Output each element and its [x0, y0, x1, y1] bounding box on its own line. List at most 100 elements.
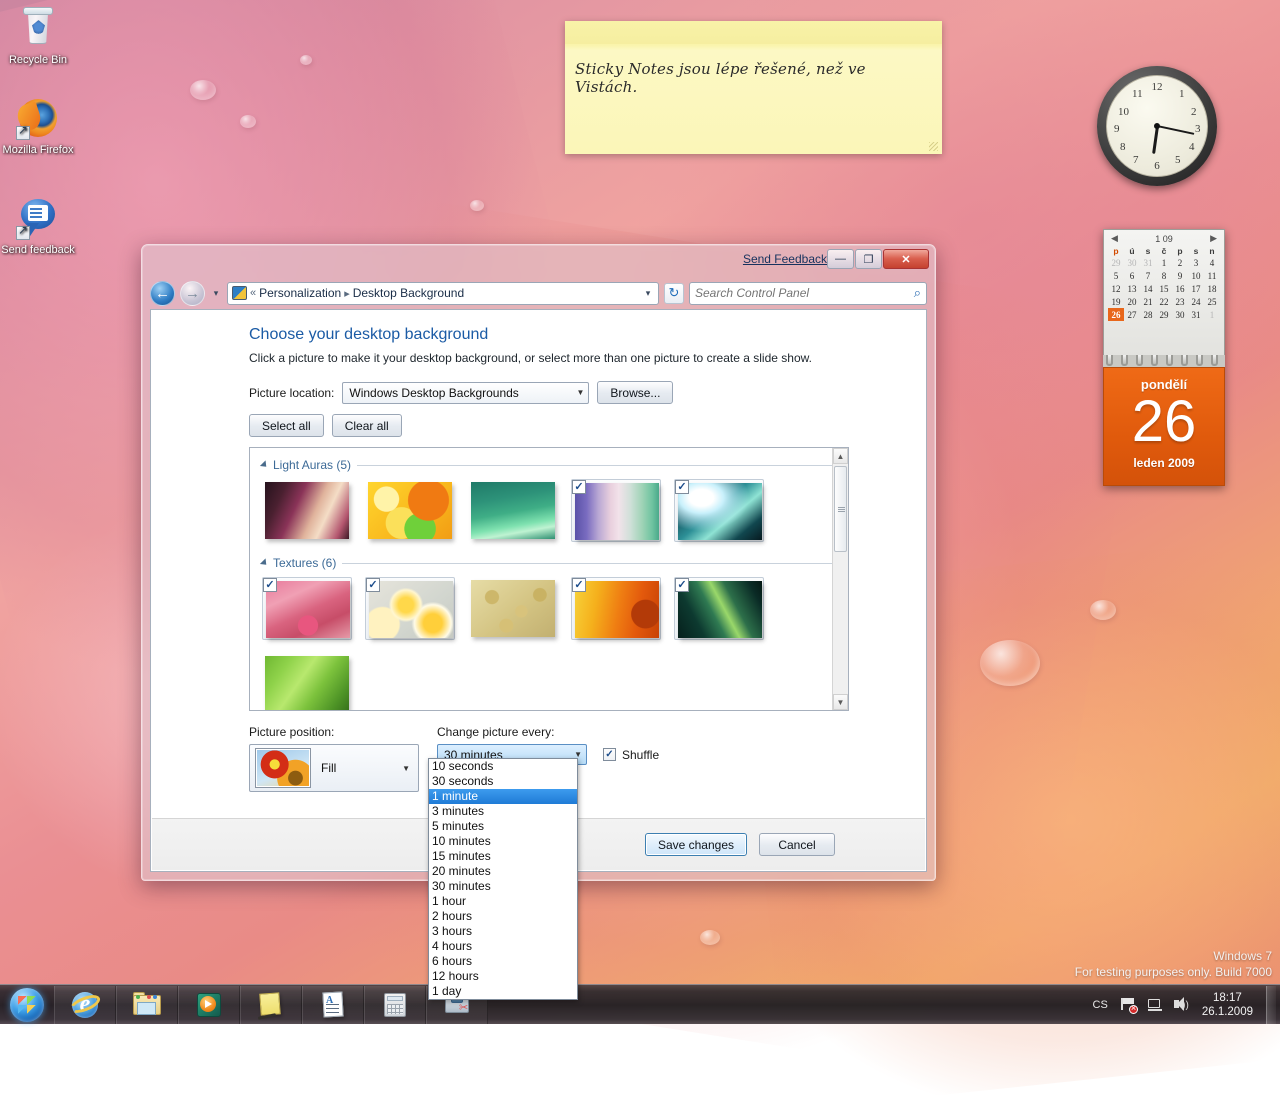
dropdown-option[interactable]: 3 minutes: [429, 804, 577, 819]
thumbnail-checkbox[interactable]: ✓: [675, 480, 689, 494]
calendar-day-cell[interactable]: 4: [1204, 257, 1220, 270]
calendar-day-cell[interactable]: 5: [1108, 270, 1124, 283]
language-indicator[interactable]: CS: [1090, 999, 1111, 1011]
calendar-day-cell[interactable]: 31: [1140, 257, 1156, 270]
gallery-scrollbar[interactable]: ▲ ▼: [832, 448, 848, 710]
calendar-day-view[interactable]: pondělí 26 leden 2009: [1103, 367, 1225, 486]
dropdown-option[interactable]: 1 minute: [429, 789, 577, 804]
taskbar-item-internet-explorer[interactable]: [54, 986, 116, 1024]
dropdown-option[interactable]: 30 minutes: [429, 879, 577, 894]
calendar-day-cell[interactable]: 30: [1124, 257, 1140, 270]
start-button[interactable]: [0, 986, 54, 1024]
close-button[interactable]: ✕: [883, 249, 929, 269]
calendar-day-cell[interactable]: 27: [1124, 308, 1140, 321]
collapse-triangle-icon[interactable]: [260, 558, 269, 567]
calendar-day-cell[interactable]: 26: [1108, 308, 1124, 321]
select-all-button[interactable]: Select all: [249, 414, 324, 437]
recent-pages-chevron-icon[interactable]: ▾: [210, 288, 222, 299]
window-titlebar[interactable]: Send Feedback — ❐ ✕: [142, 245, 935, 277]
wallpaper-thumbnail[interactable]: [262, 653, 352, 711]
back-button[interactable]: ←: [150, 281, 175, 306]
taskbar-item-windows-explorer[interactable]: [116, 986, 178, 1024]
scrollbar-thumb[interactable]: [834, 466, 847, 552]
calendar-day-cell[interactable]: 11: [1204, 270, 1220, 283]
sticky-note[interactable]: Sticky Notes jsou lépe řešené, než ve Vi…: [565, 21, 942, 154]
calendar-day-cell[interactable]: 19: [1108, 295, 1124, 308]
calendar-next-icon[interactable]: ▶: [1210, 233, 1217, 244]
dropdown-option[interactable]: 12 hours: [429, 969, 577, 984]
wallpaper-thumbnail-selected[interactable]: ✓: [571, 479, 661, 542]
thumbnail-checkbox[interactable]: ✓: [572, 578, 586, 592]
calendar-day-cell[interactable]: 8: [1156, 270, 1172, 283]
calendar-day-cell[interactable]: 3: [1188, 257, 1204, 270]
calendar-day-cell[interactable]: 24: [1188, 295, 1204, 308]
calendar-day-cell[interactable]: 16: [1172, 283, 1188, 296]
taskbar-item-windows-media-player[interactable]: [178, 986, 240, 1024]
wallpaper-thumbnail-selected[interactable]: ✓: [262, 577, 352, 640]
calendar-day-cell[interactable]: 23: [1172, 295, 1188, 308]
calendar-day-cell[interactable]: 2: [1172, 257, 1188, 270]
dropdown-option[interactable]: 2 hours: [429, 909, 577, 924]
calendar-day-cell[interactable]: 15: [1156, 283, 1172, 296]
forward-button[interactable]: →: [180, 281, 205, 306]
dropdown-option[interactable]: 4 hours: [429, 939, 577, 954]
dropdown-option[interactable]: 10 seconds: [429, 759, 577, 774]
breadcrumb-personalization[interactable]: Personalization: [259, 286, 341, 300]
calendar-prev-icon[interactable]: ◀: [1111, 233, 1118, 244]
dropdown-option[interactable]: 15 minutes: [429, 849, 577, 864]
thumbnail-checkbox[interactable]: ✓: [572, 480, 586, 494]
network-icon[interactable]: [1146, 997, 1163, 1013]
wallpaper-thumbnail-selected[interactable]: ✓: [365, 577, 455, 640]
desktop-icon-mozilla-firefox[interactable]: Mozilla Firefox: [0, 96, 76, 157]
dropdown-option[interactable]: 6 hours: [429, 954, 577, 969]
calendar-day-cell[interactable]: 17: [1188, 283, 1204, 296]
calendar-day-cell[interactable]: 14: [1140, 283, 1156, 296]
scroll-up-icon[interactable]: ▲: [833, 448, 848, 464]
calendar-day-cell[interactable]: 18: [1204, 283, 1220, 296]
action-center-flag-icon[interactable]: [1120, 997, 1137, 1013]
show-desktop-button[interactable]: [1266, 986, 1276, 1024]
calendar-month-view[interactable]: ◀ 1 09 ▶ púsčpsn293031123456789101112131…: [1103, 229, 1225, 355]
address-dropdown-icon[interactable]: ▾: [640, 288, 656, 299]
search-box[interactable]: ⌕: [689, 282, 927, 305]
calendar-gadget[interactable]: ◀ 1 09 ▶ púsčpsn293031123456789101112131…: [1103, 229, 1225, 486]
clock-gadget[interactable]: 12 1 2 3 4 5 6 7 8 9 10 11: [1097, 66, 1217, 186]
calendar-day-cell[interactable]: 28: [1140, 308, 1156, 321]
wallpaper-thumbnail-selected[interactable]: ✓: [571, 577, 661, 640]
dropdown-option[interactable]: 20 minutes: [429, 864, 577, 879]
calendar-day-cell[interactable]: 29: [1108, 257, 1124, 270]
sticky-note-resize-grip[interactable]: [929, 142, 938, 151]
wallpaper-gallery[interactable]: Light Auras (5): [249, 447, 849, 711]
browse-button[interactable]: Browse...: [597, 381, 673, 404]
desktop-icon-recycle-bin[interactable]: Recycle Bin: [0, 6, 76, 67]
thumbnail-checkbox[interactable]: ✓: [675, 578, 689, 592]
picture-position-select[interactable]: Fill ▼: [249, 744, 419, 792]
calendar-day-cell[interactable]: 29: [1156, 308, 1172, 321]
calendar-day-cell[interactable]: 6: [1124, 270, 1140, 283]
calendar-day-cell[interactable]: 30: [1172, 308, 1188, 321]
send-feedback-link[interactable]: Send Feedback: [743, 252, 827, 266]
calendar-day-cell[interactable]: 1: [1156, 257, 1172, 270]
minimize-button[interactable]: —: [827, 249, 854, 269]
cancel-button[interactable]: Cancel: [759, 833, 835, 856]
calendar-day-cell[interactable]: 10: [1188, 270, 1204, 283]
picture-location-select[interactable]: Windows Desktop Backgrounds ▼: [342, 382, 589, 404]
maximize-button[interactable]: ❐: [855, 249, 882, 269]
wallpaper-thumbnail[interactable]: [262, 479, 352, 542]
wallpaper-thumbnail[interactable]: [468, 577, 558, 640]
collapse-triangle-icon[interactable]: [260, 460, 269, 469]
wallpaper-thumbnail-selected[interactable]: ✓: [674, 479, 764, 542]
clear-all-button[interactable]: Clear all: [332, 414, 402, 437]
calendar-day-cell[interactable]: 21: [1140, 295, 1156, 308]
clock-area[interactable]: 18:17 26.1.2009: [1198, 991, 1257, 1019]
dropdown-option[interactable]: 3 hours: [429, 924, 577, 939]
shuffle-checkbox[interactable]: ✓: [603, 748, 616, 761]
dropdown-option[interactable]: 10 minutes: [429, 834, 577, 849]
calendar-day-cell[interactable]: 1: [1204, 308, 1220, 321]
dropdown-option[interactable]: 1 hour: [429, 894, 577, 909]
taskbar-item-wordpad[interactable]: A: [302, 986, 364, 1024]
group-header-light-auras[interactable]: Light Auras (5): [262, 458, 832, 472]
thumbnail-checkbox[interactable]: ✓: [263, 578, 277, 592]
change-picture-dropdown-list[interactable]: 10 seconds30 seconds1 minute3 minutes5 m…: [428, 758, 578, 1000]
wallpaper-thumbnail[interactable]: [468, 479, 558, 542]
